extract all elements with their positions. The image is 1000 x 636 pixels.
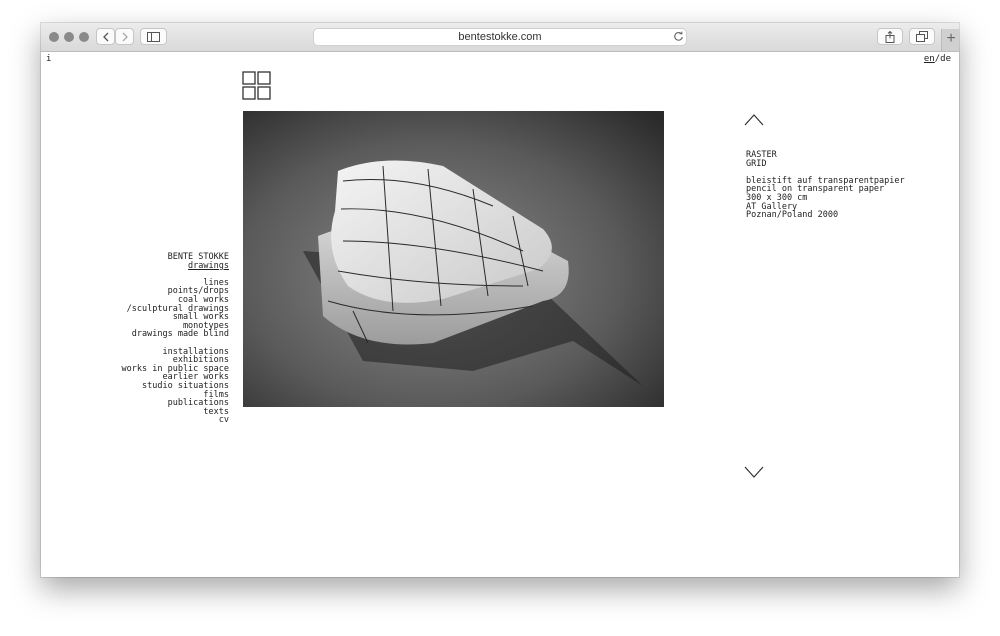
nav-cv[interactable]: cv xyxy=(122,416,229,425)
lang-en-link[interactable]: en xyxy=(924,54,935,64)
nav-drawings[interactable]: drawings xyxy=(122,261,229,271)
lang-de-link[interactable]: de xyxy=(940,54,951,64)
chevron-up-icon[interactable] xyxy=(744,114,764,126)
forward-button[interactable] xyxy=(115,28,134,45)
plus-icon: + xyxy=(946,30,956,47)
close-window-button[interactable] xyxy=(49,32,59,42)
work-title-en: GRID xyxy=(746,158,767,169)
browser-window: bentestokke.com + i en/de BENTE STOKKE d… xyxy=(41,23,959,577)
url-text: bentestokke.com xyxy=(458,31,542,43)
address-bar[interactable]: bentestokke.com xyxy=(313,28,687,46)
site-navigation: BENTE STOKKE drawings lines points/drops… xyxy=(122,253,229,425)
show-tabs-button[interactable] xyxy=(909,28,935,45)
minimize-window-button[interactable] xyxy=(64,32,74,42)
new-tab-button[interactable]: + xyxy=(941,29,959,51)
sidebar-toggle-button[interactable] xyxy=(140,28,167,45)
grid-view-icon[interactable] xyxy=(242,71,272,101)
nav-texts[interactable]: texts xyxy=(122,408,229,417)
chevron-left-icon xyxy=(102,32,108,41)
work-caption: RASTER GRID bleistift auf transparentpap… xyxy=(746,151,905,220)
browser-toolbar: bentestokke.com + xyxy=(41,23,959,52)
artwork-image[interactable] xyxy=(243,111,664,407)
zoom-window-button[interactable] xyxy=(79,32,89,42)
share-button[interactable] xyxy=(877,28,903,45)
nav-drawings-made-blind[interactable]: drawings made blind xyxy=(122,330,229,339)
chevron-down-icon[interactable] xyxy=(744,466,764,478)
sidebar-icon xyxy=(147,31,160,42)
share-icon xyxy=(885,30,895,43)
tabs-overview-icon xyxy=(916,31,928,42)
work-place: Poznan/Poland 2000 xyxy=(746,210,839,221)
language-switcher: en/de xyxy=(924,54,951,64)
back-button[interactable] xyxy=(96,28,115,45)
info-link[interactable]: i xyxy=(46,54,51,64)
chevron-right-icon xyxy=(122,32,128,41)
work-title-de: RASTER xyxy=(746,150,777,160)
page-content: i en/de BENTE STOKKE drawings lines poin… xyxy=(41,52,959,577)
reload-icon[interactable] xyxy=(673,31,684,42)
